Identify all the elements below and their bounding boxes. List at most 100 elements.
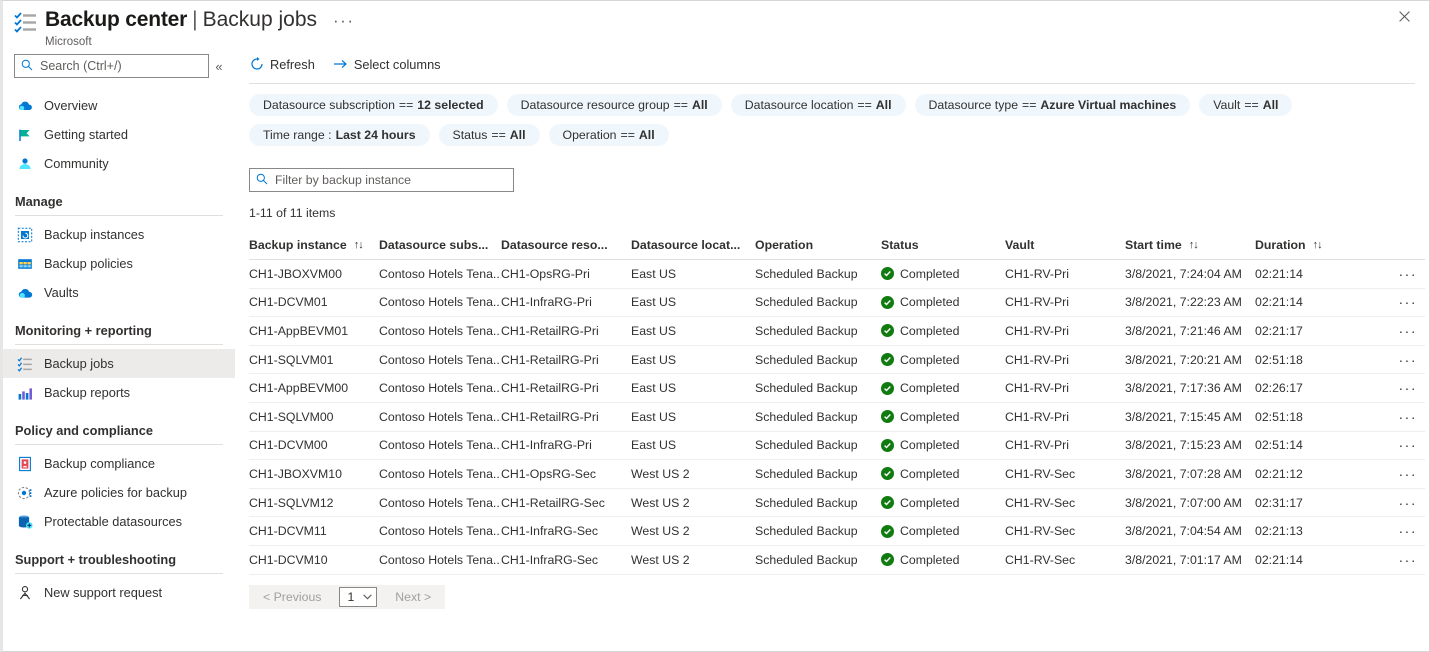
- table-row[interactable]: CH1-SQLVM01 Contoso Hotels Tena... CH1-Ret…: [249, 345, 1425, 375]
- column-header-operation[interactable]: Operation: [755, 238, 881, 260]
- sidebar-item-backup-compliance[interactable]: Backup compliance: [3, 449, 235, 478]
- column-header-vault[interactable]: Vault: [1005, 238, 1125, 260]
- cell-text: 02:51:18: [1255, 409, 1303, 424]
- row-context-menu-icon[interactable]: ···: [1397, 294, 1418, 310]
- sidebar-item-overview[interactable]: Overview: [3, 91, 235, 120]
- cell-text: Scheduled Backup: [755, 295, 858, 310]
- results-count: 1-11 of 11 items: [249, 206, 336, 220]
- table-row[interactable]: CH1-JBOXVM00 Contoso Hotels Tena... CH1-Op…: [249, 259, 1425, 289]
- cell-text: Scheduled Backup: [755, 381, 858, 396]
- cell-text: Contoso Hotels Tena...: [379, 495, 501, 510]
- overview-cloud-icon: [16, 97, 33, 114]
- cell-subscription: Contoso Hotels Tena...: [379, 402, 501, 432]
- row-context-menu-icon[interactable]: ···: [1397, 523, 1418, 539]
- header-more-menu-icon[interactable]: ···: [333, 8, 354, 34]
- cell-text: CH1-RetailRG-Pri: [501, 381, 599, 396]
- cell-operation: Scheduled Backup: [755, 402, 881, 432]
- table-row[interactable]: CH1-AppBEVM00 Contoso Hotels Tena... CH1-R…: [249, 373, 1425, 403]
- select-columns-button[interactable]: Select columns: [333, 57, 441, 72]
- table-row[interactable]: CH1-DCVM11 Contoso Hotels Tena... CH1-Infr…: [249, 516, 1425, 546]
- sidebar-item-community[interactable]: Community: [3, 149, 235, 178]
- header-texts: Backup center | Backup jobs ··· Microsof…: [45, 7, 354, 48]
- sidebar-item-backup-policies[interactable]: Backup policies: [3, 249, 235, 278]
- filter-pill-value: All: [875, 98, 892, 112]
- search-icon: [256, 173, 268, 188]
- column-header-actions[interactable]: [1375, 238, 1425, 260]
- column-header-duration[interactable]: Duration ↑↓: [1255, 238, 1375, 260]
- sidebar-item-azure-policies-for-backup[interactable]: Azure policies for backup: [3, 478, 235, 507]
- cell-status: Completed: [881, 259, 1005, 289]
- refresh-button[interactable]: Refresh: [249, 57, 315, 72]
- filter-pill-vault[interactable]: Vault == All: [1199, 94, 1293, 116]
- column-header-datasource-locat[interactable]: Datasource locat...: [631, 238, 755, 260]
- table-row[interactable]: CH1-JBOXVM10 Contoso Hotels Tena... CH1-Op…: [249, 459, 1425, 489]
- column-header-status[interactable]: Status: [881, 238, 1005, 260]
- row-context-menu-icon[interactable]: ···: [1397, 409, 1418, 425]
- search-input-wrapper[interactable]: [14, 54, 209, 78]
- sidebar-item-backup-reports[interactable]: Backup reports: [3, 378, 235, 407]
- sidebar-nav: Overview Getting started Community Manage Ba…: [3, 91, 235, 607]
- status-badge: Completed: [881, 438, 1005, 452]
- sidebar-item-getting-started[interactable]: Getting started: [3, 120, 235, 149]
- status-badge: Completed: [881, 410, 1005, 424]
- instance-filter-row: [235, 154, 1429, 192]
- row-context-menu-icon[interactable]: ···: [1397, 352, 1418, 368]
- cell-text: Contoso Hotels Tena...: [379, 438, 501, 453]
- filter-pill-datasource-resource-group[interactable]: Datasource resource group == All: [506, 94, 722, 116]
- status-badge: Completed: [881, 496, 1005, 510]
- previous-page-button[interactable]: < Previous: [249, 584, 336, 609]
- sort-icon[interactable]: ↑↓: [1189, 239, 1199, 251]
- backup-center-blade: Backup center | Backup jobs ··· Microsof…: [0, 0, 1430, 652]
- cell-text: Scheduled Backup: [755, 266, 858, 281]
- row-context-menu-icon[interactable]: ···: [1397, 495, 1418, 511]
- column-header-backup-instance[interactable]: Backup instance ↑↓: [249, 238, 379, 260]
- filter-by-backup-instance-wrapper[interactable]: [249, 168, 514, 192]
- sort-icon[interactable]: ↑↓: [354, 239, 364, 251]
- row-context-menu-icon[interactable]: ···: [1397, 466, 1418, 482]
- column-header-datasource-subs[interactable]: Datasource subs...: [379, 238, 501, 260]
- cell-location: East US: [631, 288, 755, 318]
- cell-text: CH1-RetailRG-Pri: [501, 409, 599, 424]
- row-context-menu-icon[interactable]: ···: [1397, 380, 1418, 396]
- cell-text: CH1-OpsRG-Sec: [501, 466, 596, 481]
- cell-instance: CH1-DCVM10: [249, 545, 379, 575]
- cell-status: Completed: [881, 345, 1005, 375]
- table-row[interactable]: CH1-SQLVM00 Contoso Hotels Tena... CH1-Ret…: [249, 402, 1425, 432]
- column-header-content: Duration ↑↓: [1255, 238, 1323, 252]
- table-row[interactable]: CH1-DCVM00 Contoso Hotels Tena... CH1-Infr…: [249, 431, 1425, 461]
- sidebar-item-backup-instances[interactable]: Backup instances: [3, 220, 235, 249]
- row-context-menu-icon[interactable]: ···: [1397, 266, 1418, 282]
- column-header-start-time[interactable]: Start time ↑↓: [1125, 238, 1255, 260]
- filter-pill-datasource-location[interactable]: Datasource location == All: [730, 94, 906, 116]
- search-input[interactable]: [38, 58, 202, 74]
- cell-start-time: 3/8/2021, 7:07:28 AM: [1125, 459, 1255, 489]
- table-row[interactable]: CH1-DCVM10 Contoso Hotels Tena... CH1-Infr…: [249, 545, 1425, 575]
- column-header-datasource-reso[interactable]: Datasource reso...: [501, 238, 631, 260]
- sidebar-item-backup-jobs[interactable]: Backup jobs: [3, 349, 235, 378]
- sort-icon[interactable]: ↑↓: [1313, 239, 1323, 251]
- filter-pill-operation[interactable]: Operation == All: [548, 124, 669, 146]
- filter-by-backup-instance-input[interactable]: [273, 172, 507, 188]
- row-context-menu-icon[interactable]: ···: [1397, 323, 1418, 339]
- filter-pill-datasource-type[interactable]: Datasource type == Azure Virtual machines: [914, 94, 1191, 116]
- filter-pill-key: Datasource resource group: [520, 98, 670, 112]
- sidebar-item-vaults[interactable]: Vaults: [3, 278, 235, 307]
- collapse-sidebar-icon[interactable]: «: [209, 59, 229, 74]
- page-number-select[interactable]: 1: [339, 586, 378, 607]
- row-context-menu-icon[interactable]: ···: [1397, 437, 1418, 453]
- table-header-row: Backup instance ↑↓ Datasource subs... Datas…: [249, 238, 1425, 260]
- filter-pill-status[interactable]: Status == All: [438, 124, 540, 146]
- filter-pill-time-range[interactable]: Time range : Last 24 hours: [249, 124, 430, 146]
- cell-start-time: 3/8/2021, 7:07:00 AM: [1125, 488, 1255, 518]
- row-context-menu-icon[interactable]: ···: [1397, 552, 1418, 568]
- table-row[interactable]: CH1-DCVM01 Contoso Hotels Tena... CH1-Infr…: [249, 288, 1425, 318]
- cell-vault: CH1-RV-Pri: [1005, 402, 1125, 432]
- column-header-label: Datasource reso...: [501, 238, 608, 252]
- sidebar-item-protectable-datasources[interactable]: Protectable datasources: [3, 507, 235, 536]
- table-row[interactable]: CH1-AppBEVM01 Contoso Hotels Tena... CH1-R…: [249, 316, 1425, 346]
- next-page-button[interactable]: Next >: [381, 584, 446, 609]
- filter-pill-datasource-subscription[interactable]: Datasource subscription == 12 selected: [249, 94, 498, 116]
- sidebar-item-new-support-request[interactable]: New support request: [3, 578, 235, 607]
- table-row[interactable]: CH1-SQLVM12 Contoso Hotels Tena... CH1-Ret…: [249, 488, 1425, 518]
- close-icon[interactable]: [1393, 5, 1415, 27]
